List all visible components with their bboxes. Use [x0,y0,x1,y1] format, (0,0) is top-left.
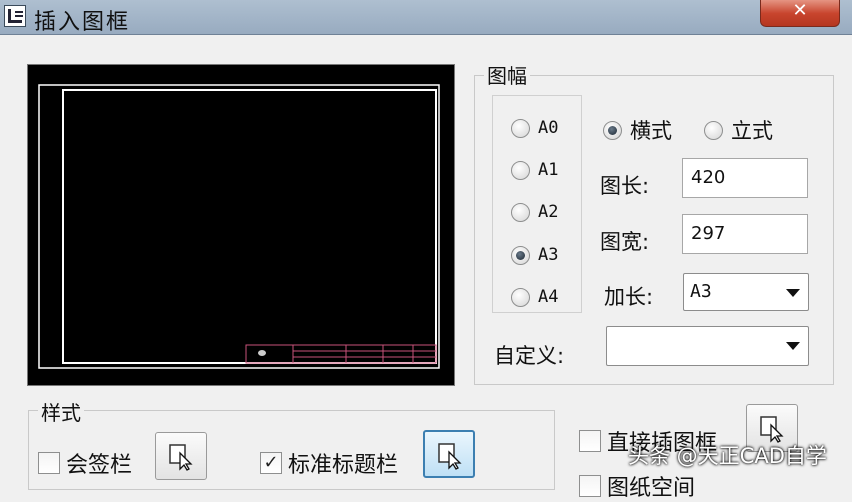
style-group-title: 样式 [38,397,84,426]
width-label: 图宽: [600,230,650,254]
radio-a2[interactable]: A2 [511,202,558,222]
chevron-down-icon [786,342,800,350]
title-block-checkbox-box[interactable]: ✓ [260,452,282,474]
radio-landscape-dot[interactable] [603,120,622,140]
radio-a4-dot[interactable] [511,287,530,307]
countersign-pick-button[interactable] [155,432,207,480]
extend-select[interactable]: A3 [683,273,809,311]
radio-a3-dot[interactable] [511,245,530,265]
radio-a1-dot[interactable] [511,160,530,180]
countersign-checkbox-box[interactable] [38,452,60,474]
title-block-checkbox[interactable]: ✓ 标准标题栏 [260,447,398,479]
title-bar: 插入图框 ✕ [0,0,852,35]
extend-select-value: A3 [690,281,712,302]
length-input[interactable]: 420 [682,158,808,198]
radio-a1[interactable]: A1 [511,160,558,180]
frame-preview-drawing [38,84,440,369]
custom-label: 自定义: [494,344,565,368]
watermark-text: 头条 @天正CAD自学 [628,444,827,468]
title-block-pick-button[interactable] [423,430,475,478]
chevron-down-icon [786,289,800,297]
countersign-checkbox-label: 会签栏 [66,453,133,478]
frame-preview [27,64,455,386]
paper-size-group-title: 图幅 [484,60,530,89]
radio-portrait-label: 立式 [731,119,773,143]
radio-a1-label: A1 [538,160,559,180]
radio-portrait[interactable]: 立式 [704,115,773,145]
title-block-checkbox-label: 标准标题栏 [288,453,399,478]
radio-a2-label: A2 [538,202,559,222]
radio-a0[interactable]: A0 [511,118,558,138]
radio-a3-label: A3 [538,245,559,265]
radio-a4-label: A4 [538,287,559,307]
radio-a0-dot[interactable] [511,118,530,138]
radio-landscape-label: 横式 [630,119,672,143]
radio-a2-dot[interactable] [511,202,530,222]
close-button[interactable]: ✕ [760,0,840,27]
custom-select[interactable] [606,326,809,366]
radio-a0-label: A0 [538,118,559,138]
width-input[interactable]: 297 [682,214,808,254]
length-label: 图长: [600,174,650,198]
radio-portrait-dot[interactable] [704,120,723,140]
pick-cursor-icon [760,416,784,443]
window-title: 插入图框 [34,10,131,35]
paper-space-checkbox-label: 图纸空间 [607,476,696,501]
pick-cursor-icon [438,443,462,470]
paper-space-checkbox[interactable]: 图纸空间 [579,470,695,502]
radio-a3[interactable]: A3 [511,245,558,265]
paper-space-checkbox-box[interactable] [579,475,601,497]
app-icon [4,5,26,27]
pick-cursor-icon [169,444,193,471]
radio-landscape[interactable]: 横式 [603,115,672,145]
direct-insert-checkbox-box[interactable] [579,430,601,452]
radio-a4[interactable]: A4 [511,287,558,307]
countersign-checkbox[interactable]: 会签栏 [38,447,132,479]
extend-label: 加长: [604,285,654,309]
